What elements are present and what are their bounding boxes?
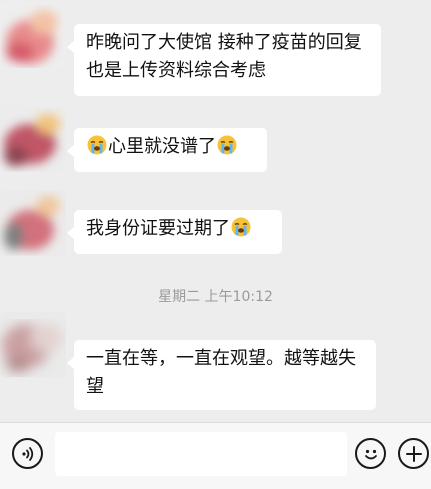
message-text: 昨晚问了大使馆 接种了疫苗的回复也是上传资料综合考虑 [86, 32, 362, 81]
message-text: 我身份证要过期了 [86, 218, 230, 239]
message-bubble[interactable]: 一直在等，一直在观望。越等越失望 [67, 340, 376, 410]
message-bubble[interactable]: 心里就没谱了 [67, 128, 267, 172]
voice-icon[interactable] [12, 438, 43, 469]
timestamp: 星期二 上午10:12 [158, 289, 273, 305]
emoji-icon[interactable] [355, 438, 386, 469]
crying-emoji-icon [217, 135, 237, 155]
crying-emoji-icon [87, 135, 107, 155]
message-text: 一直在等，一直在观望。越等越失望 [86, 348, 356, 397]
avatar[interactable] [0, 2, 66, 68]
add-icon[interactable] [398, 438, 429, 469]
crying-emoji-icon [231, 217, 251, 237]
avatar[interactable] [0, 106, 66, 172]
avatar[interactable] [0, 190, 66, 256]
message-bubble[interactable]: 昨晚问了大使馆 接种了疫苗的回复也是上传资料综合考虑 [67, 24, 381, 96]
message-text: 心里就没谱了 [108, 136, 216, 157]
input-bar [0, 422, 431, 489]
avatar[interactable] [0, 312, 66, 378]
message-input[interactable] [55, 432, 347, 476]
message-bubble[interactable]: 我身份证要过期了 [67, 210, 282, 254]
chat-area: 昨晚问了大使馆 接种了疫苗的回复也是上传资料综合考虑 心里就没谱了 我身份证要过… [0, 0, 431, 422]
